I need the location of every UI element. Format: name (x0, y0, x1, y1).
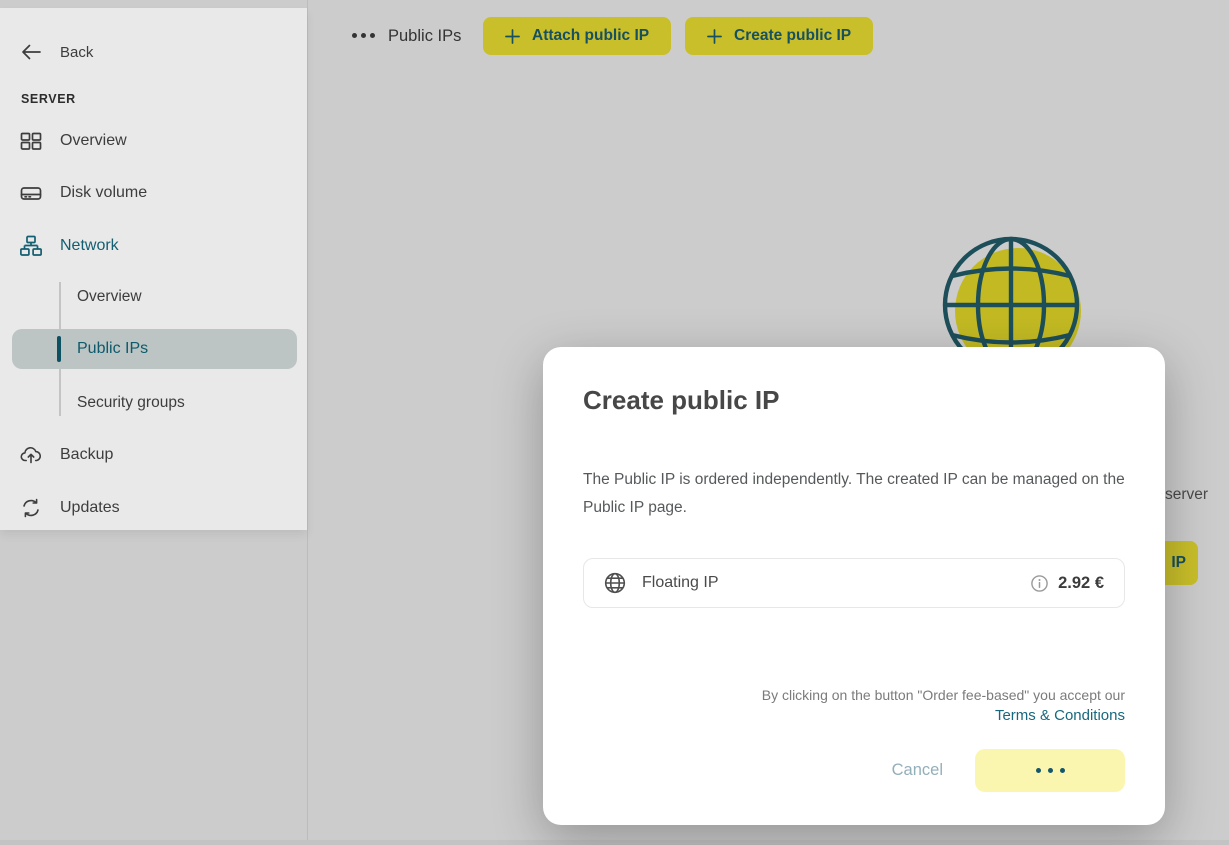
sidebar-item-disk-volume[interactable]: Disk volume (20, 179, 147, 207)
sidebar-item-label: Backup (60, 446, 113, 464)
floating-ip-option[interactable]: Floating IP 2.92 € (583, 558, 1125, 608)
modal-title: Create public IP (583, 385, 1125, 415)
plus-icon (707, 29, 722, 44)
create-button-label: Create public IP (734, 27, 851, 45)
loading-dot (1060, 768, 1065, 773)
sidebar-item-label: Network (60, 237, 119, 255)
sub-item-label: Overview (77, 288, 142, 305)
sidebar-item-label: Updates (60, 499, 120, 517)
active-indicator-bar (57, 336, 61, 362)
globe-icon (604, 572, 626, 594)
sidebar-card: Back SERVER Overview (0, 8, 307, 530)
app-root: Back SERVER Overview (0, 0, 1229, 845)
sidebar-section-server: SERVER (21, 92, 76, 106)
cloud-upload-icon (20, 444, 42, 466)
refresh-icon (20, 497, 42, 519)
network-icon (20, 235, 42, 257)
cancel-button[interactable]: Cancel (892, 761, 943, 780)
legal-block: By clicking on the button "Order fee-bas… (583, 685, 1125, 726)
sub-item-label: Public IPs (77, 329, 148, 369)
create-public-ip-button[interactable]: Create public IP (685, 17, 873, 55)
modal-description: The Public IP is ordered independently. … (583, 466, 1131, 522)
dashboard-icon (20, 130, 42, 152)
back-label: Back (60, 44, 93, 61)
empty-state-text-fragment: server (1165, 486, 1208, 504)
sidebar-item-network-overview[interactable]: Overview (77, 284, 142, 310)
terms-and-conditions-link[interactable]: Terms & Conditions (995, 706, 1125, 726)
sidebar-item-backup[interactable]: Backup (20, 441, 113, 469)
sub-item-label: Security groups (77, 394, 185, 411)
sidebar: Back SERVER Overview (0, 0, 308, 845)
option-price: 2.92 € (1058, 574, 1104, 593)
legal-text: By clicking on the button "Order fee-bas… (583, 685, 1125, 705)
order-fee-based-button-loading[interactable] (975, 749, 1125, 792)
sidebar-item-overview[interactable]: Overview (20, 127, 127, 155)
page-title: Public IPs (388, 27, 461, 46)
sidebar-item-label: Overview (60, 132, 127, 150)
sidebar-item-label: Disk volume (60, 184, 147, 202)
create-public-ip-modal: Create public IP The Public IP is ordere… (543, 347, 1165, 825)
sidebar-item-public-ips[interactable]: Public IPs (12, 329, 297, 369)
ellipsis-icon[interactable] (352, 33, 375, 38)
sidebar-item-updates[interactable]: Updates (20, 494, 120, 522)
sidebar-item-security-groups[interactable]: Security groups (77, 390, 185, 416)
sidebar-item-network[interactable]: Network (20, 232, 119, 260)
option-right: 2.92 € (1031, 574, 1104, 593)
arrow-left-icon (20, 41, 42, 63)
disk-icon (20, 182, 42, 204)
option-left: Floating IP (604, 572, 718, 594)
bottom-edge-strip (0, 840, 1229, 845)
attach-button-label: Attach public IP (532, 27, 649, 45)
option-label: Floating IP (642, 574, 718, 592)
plus-icon (505, 29, 520, 44)
attach-public-ip-button[interactable]: Attach public IP (483, 17, 671, 55)
info-icon[interactable] (1031, 575, 1048, 592)
loading-dot (1036, 768, 1041, 773)
back-button[interactable]: Back (20, 38, 93, 66)
loading-dot (1048, 768, 1053, 773)
modal-actions: Cancel (583, 749, 1125, 792)
